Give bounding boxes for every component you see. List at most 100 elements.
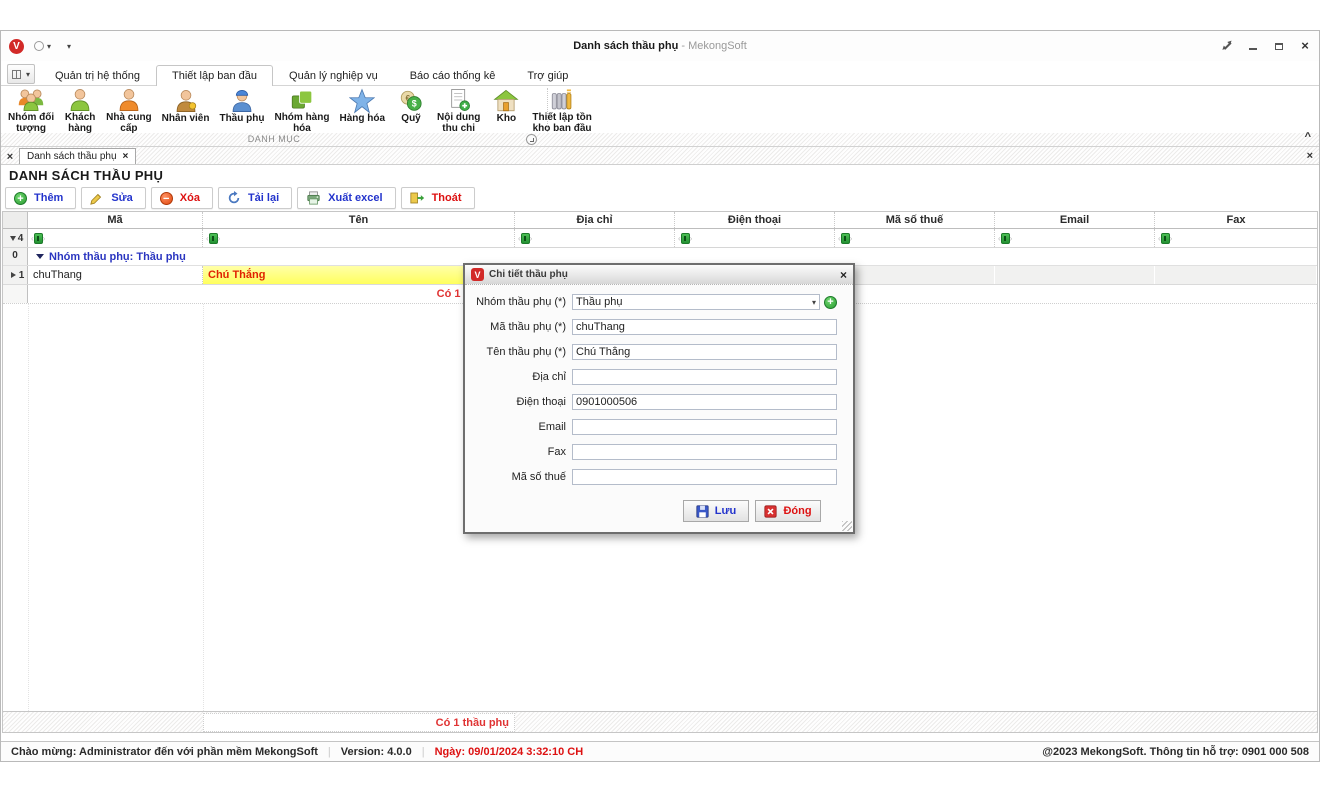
ribbon-tab-thiet-lap-ban-dau[interactable]: Thiết lập ban đầu [156,65,273,86]
tab-close-icon[interactable]: × [123,151,129,162]
edit-button[interactable]: Sửa [81,187,145,209]
ribbon-item-noi-dung-thu-chi[interactable]: Nội dung thu chi [432,86,485,134]
add-group-button[interactable]: + [824,296,837,309]
column-header-email[interactable]: Email [995,212,1155,228]
column-header-dien-thoai[interactable]: Điện thoại [675,212,835,228]
edit-button-label: Sửa [111,192,132,204]
ribbon-tab-tro-giup[interactable]: Trợ giúp [511,65,584,86]
ribbon-item-hang-hoa[interactable]: Hàng hóa [334,86,390,134]
fullscreen-button[interactable] [1221,40,1233,52]
dialog-title: Chi tiết thầu phụ [489,269,568,280]
ribbon-item-label: Thầu phụ [219,114,264,125]
filter-cell-ten[interactable]: ‹› [203,229,515,247]
chevron-down-icon[interactable]: ▾ [47,42,51,51]
action-toolbar: + Thêm Sửa − Xóa Tải lại Xuất excel Th [1,186,1319,211]
dien-thoai-field[interactable] [572,394,837,410]
field-label-fax: Fax [475,446,572,458]
floppy-icon [696,505,709,518]
ribbon-item-khach-hang[interactable]: Khách hàng [59,86,101,134]
close-dialog-button-label: Đóng [783,505,811,517]
dialog-titlebar[interactable]: V Chi tiết thầu phụ × [465,265,853,285]
resize-grip[interactable] [842,521,852,531]
cell-email[interactable] [995,266,1155,284]
refresh-icon [227,191,241,205]
filter-cell-email[interactable]: ‹› [995,229,1155,247]
filter-cell-ma[interactable]: ‹› [28,229,203,247]
ma-thau-phu-field[interactable] [572,319,837,335]
email-field[interactable] [572,419,837,435]
field-label-ma-so-thue: Mã số thuế [475,471,572,483]
filter-cell-dien-thoai[interactable]: ‹› [675,229,835,247]
group-row-label: Nhóm thầu phụ: Thầu phụ [49,251,186,263]
grid-indicator-header [3,212,28,228]
minimize-button[interactable] [1247,40,1259,52]
column-header-ma[interactable]: Mã [28,212,203,228]
receipt-content-icon [446,87,472,113]
exit-button-label: Thoát [432,192,462,204]
close-dialog-button[interactable]: Đóng [755,500,821,522]
dialog-close-icon[interactable]: × [840,270,847,280]
column-header-ten[interactable]: Tên [203,212,515,228]
tabstrip-close-icon[interactable]: × [1,149,19,164]
qat-customize-icon[interactable]: ▾ [67,42,71,51]
ribbon-item-label: Nhóm hàng hóa [274,113,329,134]
reload-button[interactable]: Tải lại [218,187,292,209]
ribbon-item-nhom-doi-tuong[interactable]: Nhóm đối tượng [3,86,59,134]
cell-ma[interactable]: chuThang [28,266,203,284]
save-button[interactable]: Lưu [683,500,749,522]
minus-icon: − [160,192,173,205]
group-dialog-launcher-icon[interactable] [526,134,537,145]
ribbon-item-label: Hàng hóa [339,114,385,125]
ribbon-item-label: Thiết lập tồn kho ban đầu [532,113,591,134]
ribbon-item-quy[interactable]: €$ Quỹ [390,86,432,134]
dia-chi-field[interactable] [572,369,837,385]
ribbon-item-nha-cung-cap[interactable]: Nhà cung cấp [101,86,157,134]
printer-icon [306,191,321,205]
ribbon-item-label: Nhà cung cấp [106,113,152,134]
tab-danh-sach-thau-phu[interactable]: Danh sách thầu phụ × [19,148,136,164]
quick-access-icon[interactable] [34,41,44,51]
app-window: V ▾ ▾ Danh sách thầu phụ - MekongSoft × … [0,30,1320,762]
cell-fax[interactable] [1155,266,1317,284]
ten-thau-phu-field[interactable] [572,344,837,360]
status-version: Version: 4.0.0 [341,746,412,758]
tabstrip-right-close-icon[interactable]: × [1307,150,1313,162]
grid-filter-row: 4 ‹› ‹› ‹› ‹› ‹› ‹› ‹› [3,229,1317,248]
column-header-ma-so-thue[interactable]: Mã số thuế [835,212,995,228]
tab-label: Danh sách thầu phụ [27,151,117,162]
window-title-main: Danh sách thầu phụ [573,40,678,52]
ribbon-item-thiet-lap-ton-kho[interactable]: Thiết lập tồn kho ban đầu [527,86,596,134]
filter-cell-fax[interactable]: ‹› [1155,229,1317,247]
ribbon-item-nhom-hang-hoa[interactable]: Nhóm hàng hóa [269,86,334,134]
cell-ma-so-thue[interactable] [835,266,995,284]
ribbon-collapse-icon[interactable]: ^ [1305,131,1311,143]
add-button[interactable]: + Thêm [5,187,76,209]
ribbon-item-kho[interactable]: Kho [485,86,527,134]
restore-button[interactable] [1273,40,1285,52]
dialog-logo-icon: V [471,268,484,281]
export-excel-button[interactable]: Xuất excel [297,187,395,209]
ribbon-tab-bao-cao-thong-ke[interactable]: Báo cáo thống kê [394,65,512,86]
group-collapse-icon[interactable] [36,254,44,259]
fax-field[interactable] [572,444,837,460]
ribbon-item-thau-phu[interactable]: Thầu phụ [214,86,269,134]
field-label-ten-thau-phu: Tên thầu phụ (*) [475,346,572,358]
filter-cell-dia-chi[interactable]: ‹› [515,229,675,247]
nhom-thau-phu-combobox[interactable]: Thầu phụ ▾ [572,294,820,310]
ribbon-tab-quan-ly-nghiep-vu[interactable]: Quản lý nghiệp vụ [273,65,394,86]
ribbon-item-nhan-vien[interactable]: Nhân viên [157,86,215,134]
product-star-icon [349,87,375,114]
exit-icon [410,191,425,205]
filter-cell-ma-so-thue[interactable]: ‹› [835,229,995,247]
ma-so-thue-field[interactable] [572,469,837,485]
delete-button-label: Xóa [180,192,200,204]
column-header-fax[interactable]: Fax [1155,212,1317,228]
column-header-dia-chi[interactable]: Địa chỉ [515,212,675,228]
app-menu-button[interactable]: ▾ [7,64,35,84]
close-button[interactable]: × [1299,40,1311,52]
chevron-down-icon[interactable]: ▾ [812,298,816,307]
exit-button[interactable]: Thoát [401,187,475,209]
ribbon-group-caption-row: DANH MỤC ^ [1,133,1319,147]
delete-button[interactable]: − Xóa [151,187,213,209]
ribbon-tab-quan-tri-he-thong[interactable]: Quản trị hệ thống [39,65,156,86]
